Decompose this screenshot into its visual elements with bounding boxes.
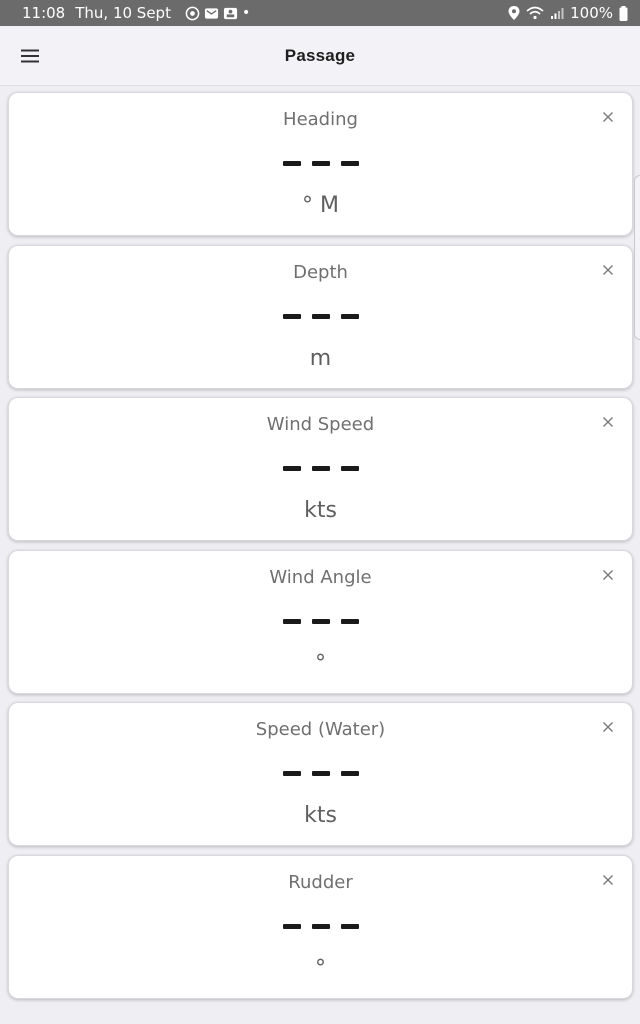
card-label: Rudder	[288, 871, 353, 893]
empty-value-dashes	[9, 923, 632, 929]
image-notification-icon	[223, 7, 238, 19]
battery-icon	[619, 5, 628, 21]
card-label: Wind Speed	[266, 414, 375, 436]
empty-value-dashes	[9, 618, 632, 624]
card-label: Wind Angle	[269, 566, 372, 588]
status-right: 100%	[508, 4, 628, 22]
remove-card-button[interactable]	[600, 872, 616, 888]
app-bar: Passage	[0, 26, 640, 86]
empty-value-dashes	[9, 771, 632, 777]
empty-value-dashes	[9, 161, 632, 166]
close-icon	[603, 722, 613, 733]
card-label: Heading	[283, 109, 358, 130]
card-label: Speed (Water)	[255, 719, 386, 741]
instrument-card-list: Heading - - - ° M Depth - - - m Wind Spe…	[8, 92, 633, 1008]
empty-value-dashes	[9, 313, 632, 319]
instrument-card-depth[interactable]: Depth - - - m	[8, 244, 633, 389]
mail-notification-icon	[204, 7, 219, 19]
card-unit: ° M	[302, 193, 339, 218]
instrument-card-rudder[interactable]: Rudder - - - °	[8, 854, 633, 999]
sync-notification-icon	[185, 6, 200, 20]
status-bar: 11:08 Thu, 10 Sept • 100%	[0, 0, 640, 26]
close-icon	[603, 112, 613, 122]
edge-panel-handle[interactable]	[634, 175, 640, 340]
remove-card-button[interactable]	[600, 719, 616, 735]
signal-icon	[551, 8, 564, 19]
card-unit: kts	[304, 498, 337, 524]
remove-card-button[interactable]	[600, 567, 616, 583]
card-unit: m	[309, 345, 332, 371]
empty-value-dashes	[9, 466, 632, 472]
card-unit: °	[315, 955, 326, 981]
remove-card-button[interactable]	[600, 109, 616, 125]
instrument-card-speed-water[interactable]: Speed (Water) - - - kts	[8, 702, 633, 847]
more-notifications-dot: •	[241, 5, 251, 21]
status-date: Thu, 10 Sept	[75, 4, 171, 22]
page-title: Passage	[284, 46, 356, 65]
close-icon	[603, 264, 613, 275]
close-icon	[603, 874, 613, 885]
battery-percent: 100%	[570, 4, 613, 22]
instrument-card-wind-angle[interactable]: Wind Angle - - - °	[8, 549, 633, 694]
instrument-card-wind-speed[interactable]: Wind Speed - - - kts	[8, 397, 633, 542]
remove-card-button[interactable]	[600, 414, 616, 430]
instrument-card-heading[interactable]: Heading - - - ° M	[8, 92, 633, 236]
notification-icons: •	[185, 5, 250, 21]
close-icon	[603, 569, 613, 580]
remove-card-button[interactable]	[600, 262, 616, 278]
location-icon	[508, 6, 520, 20]
status-time: 11:08	[22, 4, 66, 22]
close-icon	[603, 417, 613, 428]
card-label: Depth	[293, 261, 348, 283]
card-unit: °	[315, 650, 326, 676]
wifi-icon	[526, 6, 544, 20]
card-unit: kts	[304, 803, 337, 829]
status-left: 11:08 Thu, 10 Sept •	[22, 4, 250, 22]
